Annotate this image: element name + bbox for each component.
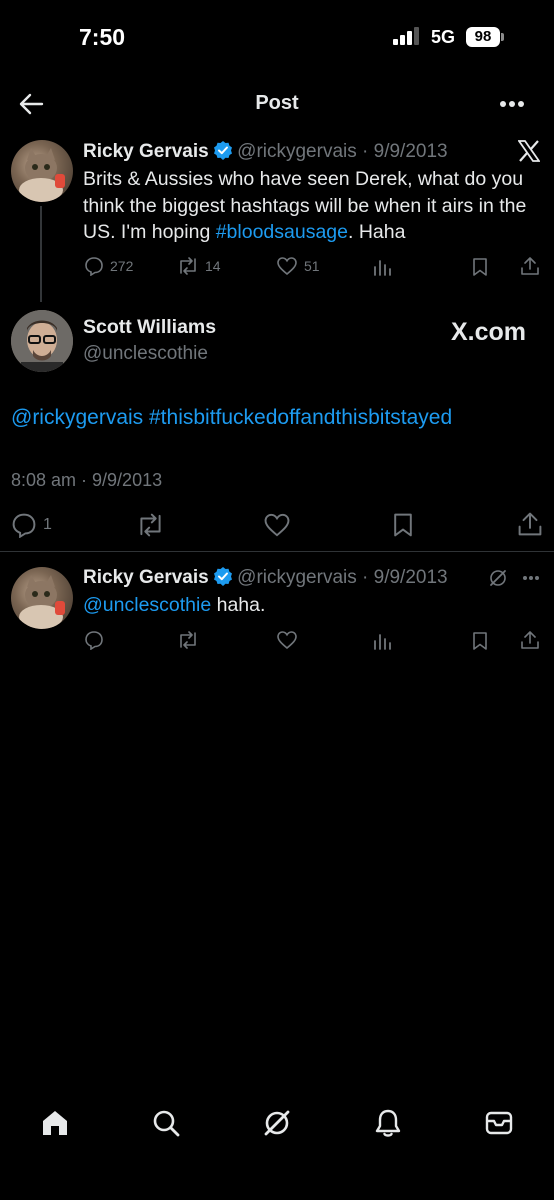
author-handle[interactable]: @rickygervais [237,567,357,588]
page-title: Post [255,92,299,114]
bookmark-icon [394,513,412,537]
retweet-icon [140,513,161,537]
retweet-button[interactable]: 14 [177,256,221,276]
author-name[interactable]: Ricky Gervais [83,567,209,588]
share-icon [521,631,539,649]
nav-messages[interactable] [484,1108,514,1138]
bookmark-icon [473,632,487,650]
retweet-icon [180,631,196,649]
heart-icon [264,513,290,537]
battery-level: 98 [466,27,500,47]
nav-home[interactable] [40,1108,70,1138]
bookmark-button[interactable] [471,631,489,651]
share-button[interactable] [520,256,540,276]
heart-icon [277,257,297,276]
retweet-icon [180,257,196,275]
heart-icon [277,631,297,650]
like-count: 51 [304,258,320,274]
reply-button[interactable]: 272 [84,256,133,276]
battery-tip [501,33,504,41]
like-button[interactable]: 51 [276,256,320,276]
nav-notifications[interactable] [373,1108,403,1138]
separator: · [356,567,374,588]
x-logo-icon [518,140,540,162]
bell-icon [375,1109,401,1137]
retweet-button[interactable] [177,630,199,650]
tweet-header: Ricky Gervais @rickygervais · 9/9/2013 [83,566,448,589]
share-icon [521,257,539,275]
grok-icon [264,1110,290,1136]
user-avatar-image [11,310,73,372]
views-icon [374,634,391,650]
grok-icon[interactable] [488,568,508,588]
retweet-count: 14 [205,258,221,274]
status-time: 7:50 [79,24,126,50]
home-icon [43,1111,67,1135]
search-icon [153,1110,180,1137]
retweet-button[interactable] [136,512,165,538]
tweet-header: Ricky Gervais @rickygervais · 9/9/2013 [83,140,448,163]
divider [0,551,554,552]
reply-icon [85,631,103,650]
hashtag-link[interactable]: #bloodsausage [216,221,348,243]
reply-icon [12,513,36,538]
more-options-icon[interactable] [499,100,525,108]
network-label: 5G [431,27,456,47]
reply-count: 1 [43,516,52,533]
separator: · [356,141,374,162]
bookmark-button[interactable] [391,512,415,538]
reply-button[interactable] [84,630,104,650]
share-button[interactable] [517,511,543,537]
tweet-text-part: haha. [211,594,266,616]
author-handle[interactable]: @unclescothie [83,343,208,365]
mention-link[interactable]: @unclescothie [83,594,211,616]
reply-button[interactable]: 1 [11,512,52,538]
verified-badge-icon [213,567,232,586]
views-button[interactable] [373,258,393,276]
tweet-text-part: . Haha [348,221,406,243]
mail-icon [485,1111,513,1135]
tweet-text: @unclescothie haha. [83,594,265,617]
author-name[interactable]: Scott Williams [83,316,216,339]
cat-avatar-image [19,148,65,202]
author-name[interactable]: Ricky Gervais [83,141,209,162]
reply-count: 272 [110,258,134,274]
share-button[interactable] [520,630,540,650]
avatar[interactable] [11,310,73,372]
post-date[interactable]: 9/9/2013 [374,141,448,162]
tweet-text: Brits & Aussies who have seen Derek, wha… [83,166,543,246]
avatar[interactable] [11,567,73,629]
like-button[interactable] [263,512,291,538]
bookmark-button[interactable] [471,257,489,277]
author-handle[interactable]: @rickygervais [237,141,357,162]
signal-icon [393,27,419,45]
share-icon [518,512,542,536]
more-options-icon[interactable] [522,575,540,581]
cat-avatar-image [19,575,65,629]
reply-icon [85,257,103,276]
verified-badge-icon [213,141,232,160]
views-icon [374,260,391,276]
bookmark-icon [473,258,487,276]
x-watermark: X.com [451,318,527,346]
thread-line [40,206,42,302]
avatar[interactable] [11,140,73,202]
post-date[interactable]: 9/9/2013 [374,567,448,588]
post-timestamp[interactable]: 8:08 am · 9/9/2013 [11,470,162,491]
views-button[interactable] [373,632,393,650]
tweet-text[interactable]: @rickygervais #thisbitfuckedoffandthisbi… [11,406,452,430]
nav-search[interactable] [151,1108,181,1138]
like-button[interactable] [276,630,298,650]
nav-grok[interactable] [262,1108,292,1138]
